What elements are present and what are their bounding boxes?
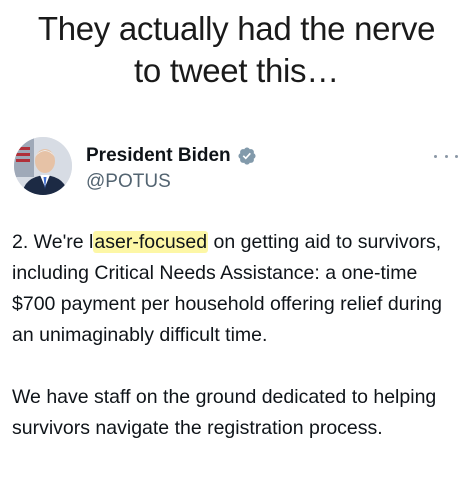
profile-photo-icon bbox=[14, 137, 72, 195]
author-name-row: President Biden bbox=[86, 143, 257, 169]
tweet-paragraph-1: 2. We're laser-focused on getting aid to… bbox=[12, 227, 462, 351]
avatar[interactable] bbox=[14, 137, 72, 195]
tweet-text: 2. We're laser-focused on getting aid to… bbox=[12, 227, 462, 444]
highlighted-text: aser-focused bbox=[93, 231, 209, 253]
paragraph-1-start: 2. We're l bbox=[12, 231, 94, 253]
tweet-header: President Biden @POTUS bbox=[12, 135, 462, 199]
more-options-button[interactable] bbox=[434, 149, 458, 163]
more-horizontal-icon bbox=[434, 154, 437, 158]
tweet-author: President Biden @POTUS bbox=[86, 143, 257, 193]
tweet-paragraph-2: We have staff on the ground dedicated to… bbox=[12, 386, 437, 439]
author-handle[interactable]: @POTUS bbox=[86, 171, 257, 193]
more-dot bbox=[444, 154, 448, 158]
verified-badge-icon bbox=[237, 146, 257, 166]
author-display-name[interactable]: President Biden bbox=[86, 145, 231, 167]
caption-line-1: They actually had the nerve bbox=[37, 10, 436, 47]
more-dot bbox=[455, 154, 458, 158]
meme-caption: They actually had the nerve to tweet thi… bbox=[0, 8, 473, 92]
caption-line-2: to tweet this… bbox=[134, 52, 339, 89]
